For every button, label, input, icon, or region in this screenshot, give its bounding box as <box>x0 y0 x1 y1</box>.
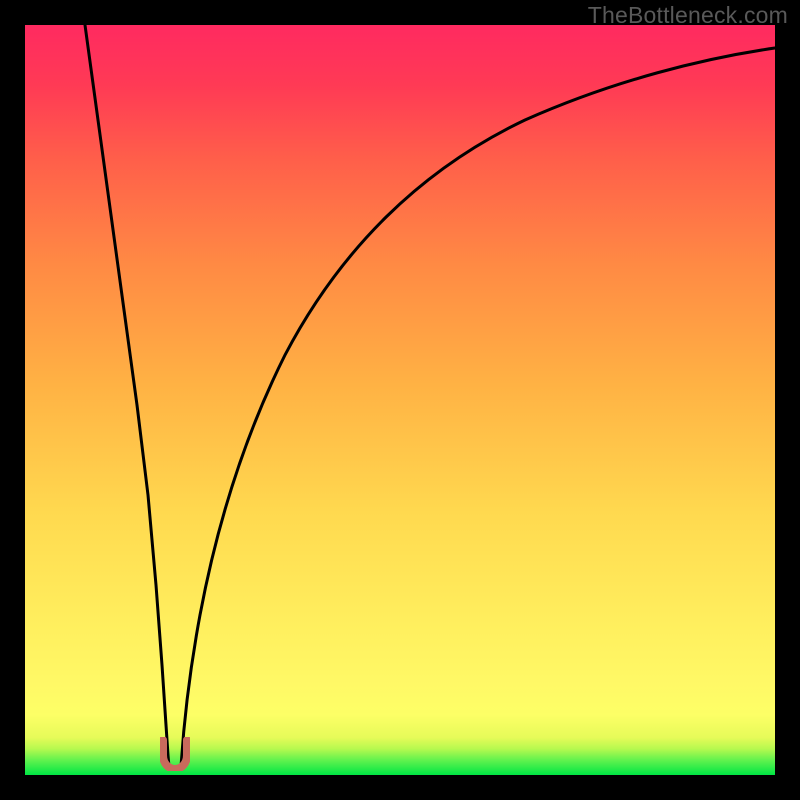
outer-frame: TheBottleneck.com <box>0 0 800 800</box>
bottleneck-curve <box>25 25 775 775</box>
plot-area <box>25 25 775 775</box>
curve-left-branch <box>85 25 169 767</box>
curve-right-branch <box>181 48 775 767</box>
watermark-text: TheBottleneck.com <box>588 2 788 29</box>
